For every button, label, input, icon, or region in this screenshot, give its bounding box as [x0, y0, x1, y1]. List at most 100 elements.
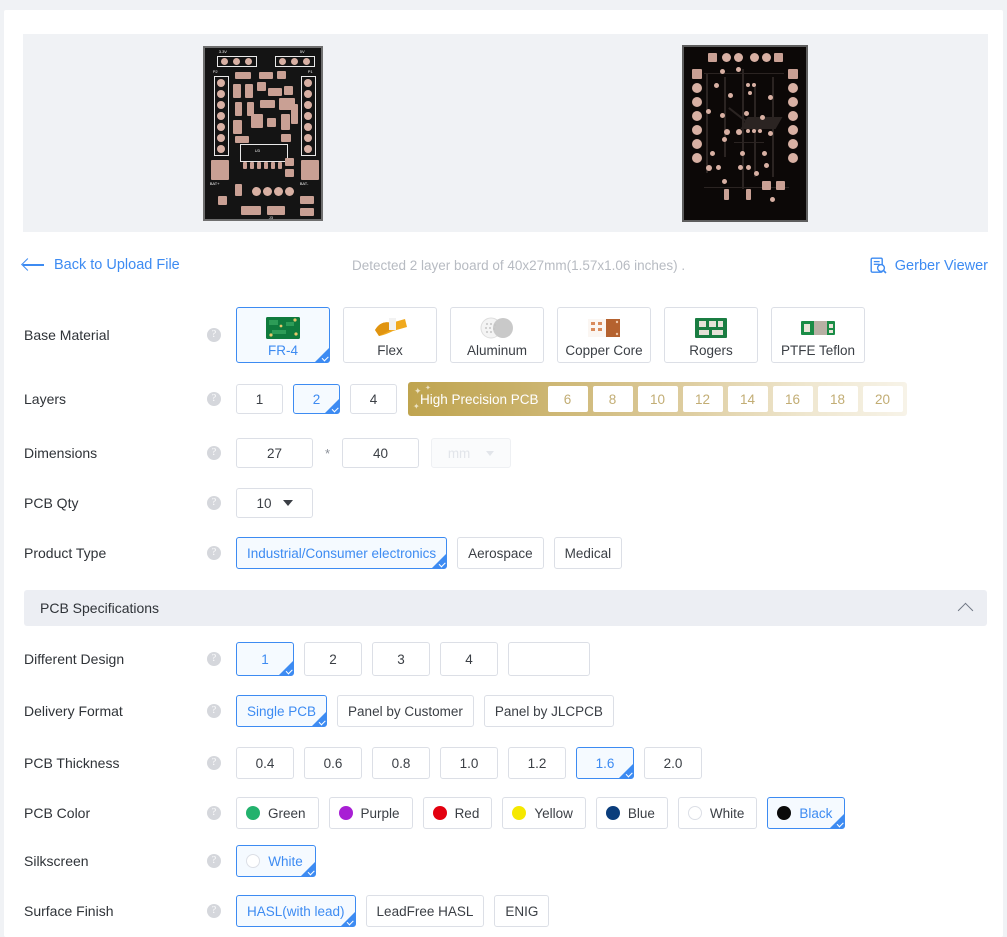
option-pcb-color-yellow[interactable]: Yellow — [502, 797, 586, 829]
option-label: 2 — [329, 651, 337, 667]
option-label: Blue — [627, 805, 655, 821]
pcb-bottom-layer-preview — [682, 44, 809, 222]
option-label: 4 — [369, 391, 378, 407]
chevron-up-icon[interactable] — [957, 602, 974, 618]
options-pcb-qty: 10 — [236, 488, 313, 518]
section-header-pcb-specifications[interactable]: PCB Specifications — [24, 590, 987, 626]
option-product-type-aerospace[interactable]: Aerospace — [457, 537, 544, 569]
option-surface-finish-leadfree-hasl[interactable]: LeadFree HASL — [365, 895, 485, 927]
option-layers-8[interactable]: 8 — [592, 386, 633, 412]
label-pcb-thickness: PCB Thickness — [24, 755, 120, 771]
color-swatch-black — [777, 806, 792, 820]
option-base-material-ptfe-teflon[interactable]: PTFE Teflon — [771, 307, 865, 363]
help-icon-pcb-color[interactable]: ? — [207, 806, 221, 820]
option-pcb-color-black[interactable]: Black — [767, 797, 846, 829]
option-layers-10[interactable]: 10 — [637, 386, 678, 412]
help-icon-different-design[interactable]: ? — [207, 652, 221, 666]
back-to-upload-label: Back to Upload File — [54, 257, 180, 273]
option-base-material-copper-core[interactable]: Copper Core — [557, 307, 651, 363]
label-layers: Layers — [24, 391, 67, 407]
help-icon-pcb-thickness[interactable]: ? — [207, 756, 221, 770]
pcb-qty-select[interactable]: 10 — [236, 488, 313, 518]
option-label: Copper Core — [565, 343, 643, 358]
option-base-material-fr4[interactable]: FR-4 — [236, 307, 330, 363]
option-layers-4[interactable]: 4 — [350, 384, 397, 414]
option-different-design-2[interactable]: 2 — [304, 642, 362, 676]
option-label: Black — [799, 805, 833, 821]
option-label: Green — [268, 805, 306, 821]
option-pcb-color-red[interactable]: Red — [422, 797, 493, 829]
back-to-upload-link[interactable]: Back to Upload File — [23, 257, 180, 273]
help-icon-product-type[interactable]: ? — [207, 546, 221, 560]
option-delivery-format-single-pcb[interactable]: Single PCB — [236, 695, 328, 727]
dimension-width-input[interactable]: 27 — [236, 438, 313, 468]
option-pcb-color-green[interactable]: Green — [236, 797, 319, 829]
options-product-type: Industrial/Consumer electronics Aerospac… — [236, 537, 632, 569]
help-icon-dimensions[interactable]: ? — [207, 446, 221, 460]
option-layers-2[interactable]: 2 — [293, 384, 340, 414]
help-icon-delivery-format[interactable]: ? — [207, 704, 221, 718]
section-title: PCB Specifications — [40, 600, 160, 616]
option-pcb-color-white[interactable]: White — [677, 797, 758, 829]
gerber-viewer-icon — [870, 257, 887, 274]
option-surface-finish-enig[interactable]: ENIG — [494, 895, 550, 927]
option-layers-14[interactable]: 14 — [727, 386, 768, 412]
help-icon-base-material[interactable]: ? — [207, 328, 221, 342]
label-pcb-qty: PCB Qty — [24, 495, 79, 511]
option-pcb-thickness-1-6[interactable]: 1.6 — [576, 747, 634, 779]
option-label: 6 — [563, 391, 572, 407]
option-product-type-medical[interactable]: Medical — [553, 537, 623, 569]
option-pcb-thickness-0-8[interactable]: 0.8 — [372, 747, 430, 779]
option-label: 0.6 — [323, 755, 343, 771]
gerber-viewer-link[interactable]: Gerber Viewer — [870, 257, 988, 274]
option-label: Aluminum — [466, 343, 528, 358]
option-pcb-thickness-1-2[interactable]: 1.2 — [508, 747, 566, 779]
pcb-order-page: 3.3V 5V P2 P1 U3 BAT+ BAT- J3 Back to Up… — [0, 0, 1007, 937]
row-silkscreen: Silkscreen ? White — [4, 835, 1003, 887]
option-layers-16[interactable]: 16 — [772, 386, 813, 412]
option-base-material-flex[interactable]: Flex — [343, 307, 437, 363]
options-pcb-color: Green Purple Red Yellow Blue White Black — [236, 797, 855, 829]
different-design-custom-input[interactable] — [508, 642, 590, 676]
option-surface-finish-hasl-with-lead[interactable]: HASL(with lead) — [236, 895, 356, 927]
arrow-left-icon — [23, 258, 45, 272]
option-silkscreen-white[interactable]: White — [236, 845, 316, 877]
option-label: FR-4 — [268, 343, 298, 358]
option-layers-18[interactable]: 18 — [817, 386, 858, 412]
row-delivery-format: Delivery Format ? Single PCB Panel by Cu… — [4, 685, 1003, 737]
color-swatch-green — [246, 806, 260, 820]
option-label: 12 — [695, 391, 711, 407]
option-pcb-thickness-0-6[interactable]: 0.6 — [304, 747, 362, 779]
option-layers-12[interactable]: 12 — [682, 386, 723, 412]
row-surface-finish: Surface Finish ? HASL(with lead) LeadFre… — [4, 885, 1003, 937]
option-layers-20[interactable]: 20 — [862, 386, 903, 412]
dimension-length-input[interactable]: 40 — [342, 438, 420, 468]
help-icon-pcb-qty[interactable]: ? — [207, 496, 221, 510]
options-dimensions: 27 * 40 mm — [236, 438, 512, 468]
order-card: 3.3V 5V P2 P1 U3 BAT+ BAT- J3 Back to Up… — [4, 10, 1003, 937]
option-different-design-3[interactable]: 3 — [372, 642, 430, 676]
option-delivery-format-panel-by-jlcpcb[interactable]: Panel by JLCPCB — [483, 695, 614, 727]
option-pcb-thickness-2-0[interactable]: 2.0 — [644, 747, 702, 779]
help-icon-silkscreen[interactable]: ? — [207, 854, 221, 868]
option-layers-1[interactable]: 1 — [236, 384, 283, 414]
help-icon-surface-finish[interactable]: ? — [207, 904, 221, 918]
option-layers-6[interactable]: 6 — [547, 386, 588, 412]
option-label: Panel by JLCPCB — [494, 703, 603, 719]
option-delivery-format-panel-by-customer[interactable]: Panel by Customer — [337, 695, 474, 727]
option-pcb-thickness-1-0[interactable]: 1.0 — [440, 747, 498, 779]
help-icon-layers[interactable]: ? — [207, 392, 221, 406]
option-pcb-color-blue[interactable]: Blue — [595, 797, 668, 829]
option-different-design-4[interactable]: 4 — [440, 642, 498, 676]
option-pcb-thickness-0-4[interactable]: 0.4 — [236, 747, 294, 779]
option-base-material-aluminum[interactable]: Aluminum — [450, 307, 544, 363]
option-label: 4 — [465, 651, 473, 667]
detected-board-text: Detected 2 layer board of 40x27mm(1.57x1… — [352, 258, 686, 273]
option-product-type-industrial[interactable]: Industrial/Consumer electronics — [236, 537, 448, 569]
option-different-design-1[interactable]: 1 — [236, 642, 294, 676]
option-label: White — [709, 805, 745, 821]
copper-core-icon — [581, 314, 627, 342]
option-label: Rogers — [689, 343, 733, 358]
option-base-material-rogers[interactable]: Rogers — [664, 307, 758, 363]
option-pcb-color-purple[interactable]: Purple — [328, 797, 413, 829]
